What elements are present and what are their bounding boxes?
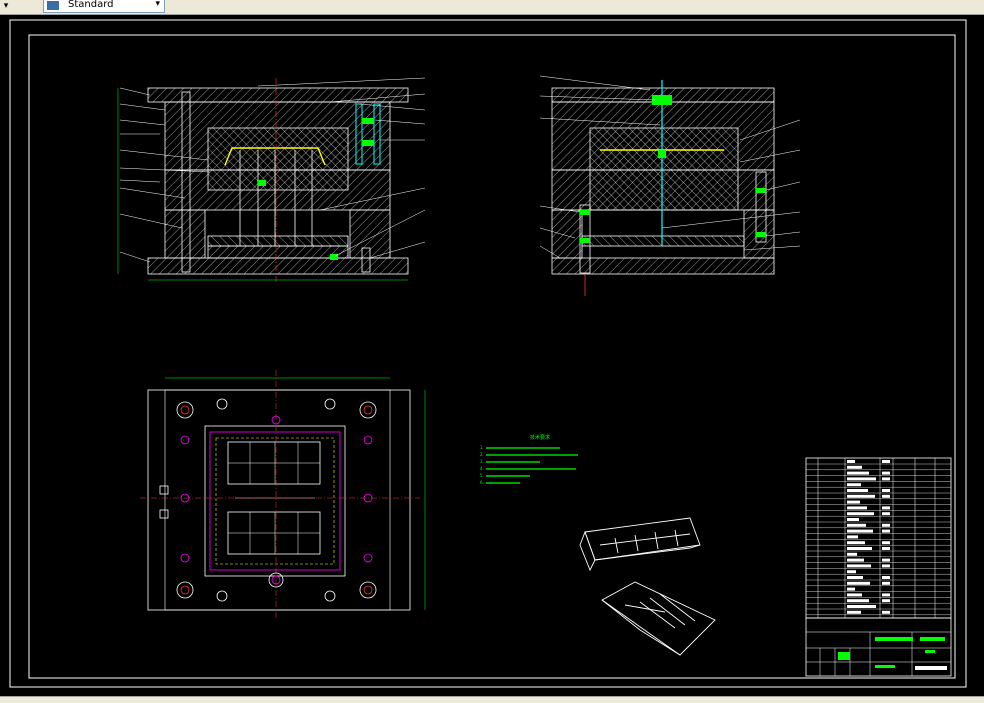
part-isometric-view-2 (601, 581, 716, 656)
parts-list-table (805, 457, 952, 619)
text-style-select[interactable]: Standard ▾ (43, 0, 165, 13)
dropdown-arrow-icon[interactable]: ▾ (0, 0, 12, 12)
side-section-view (539, 75, 801, 296)
title-block (805, 617, 952, 677)
tech-requirement-item: 1. (480, 445, 484, 450)
technical-requirements: 技术要求 1. 2. 3. 4. 5. 6. (480, 434, 578, 485)
text-style-icon (47, 1, 59, 10)
plan-view (140, 370, 426, 620)
tech-requirement-item: 6. (480, 480, 484, 485)
status-bar (0, 696, 984, 703)
chevron-down-icon[interactable]: ▾ (155, 0, 160, 11)
tech-requirement-item: 2. (480, 452, 484, 457)
tech-requirement-item: 3. (480, 459, 484, 464)
tech-requirement-item: 4. (480, 466, 484, 471)
front-section-view (117, 77, 426, 282)
tech-requirement-item: 5. (480, 473, 484, 478)
drawing-canvas[interactable]: 技术要求 1. 2. 3. 4. 5. 6. (0, 15, 984, 697)
outer-frame (9, 19, 967, 688)
text-style-value: Standard (68, 0, 114, 10)
part-isometric-view-1 (579, 517, 701, 572)
toolbar: ▾ Standard ▾ (0, 0, 984, 15)
tech-requirements-title: 技术要求 (530, 434, 550, 441)
